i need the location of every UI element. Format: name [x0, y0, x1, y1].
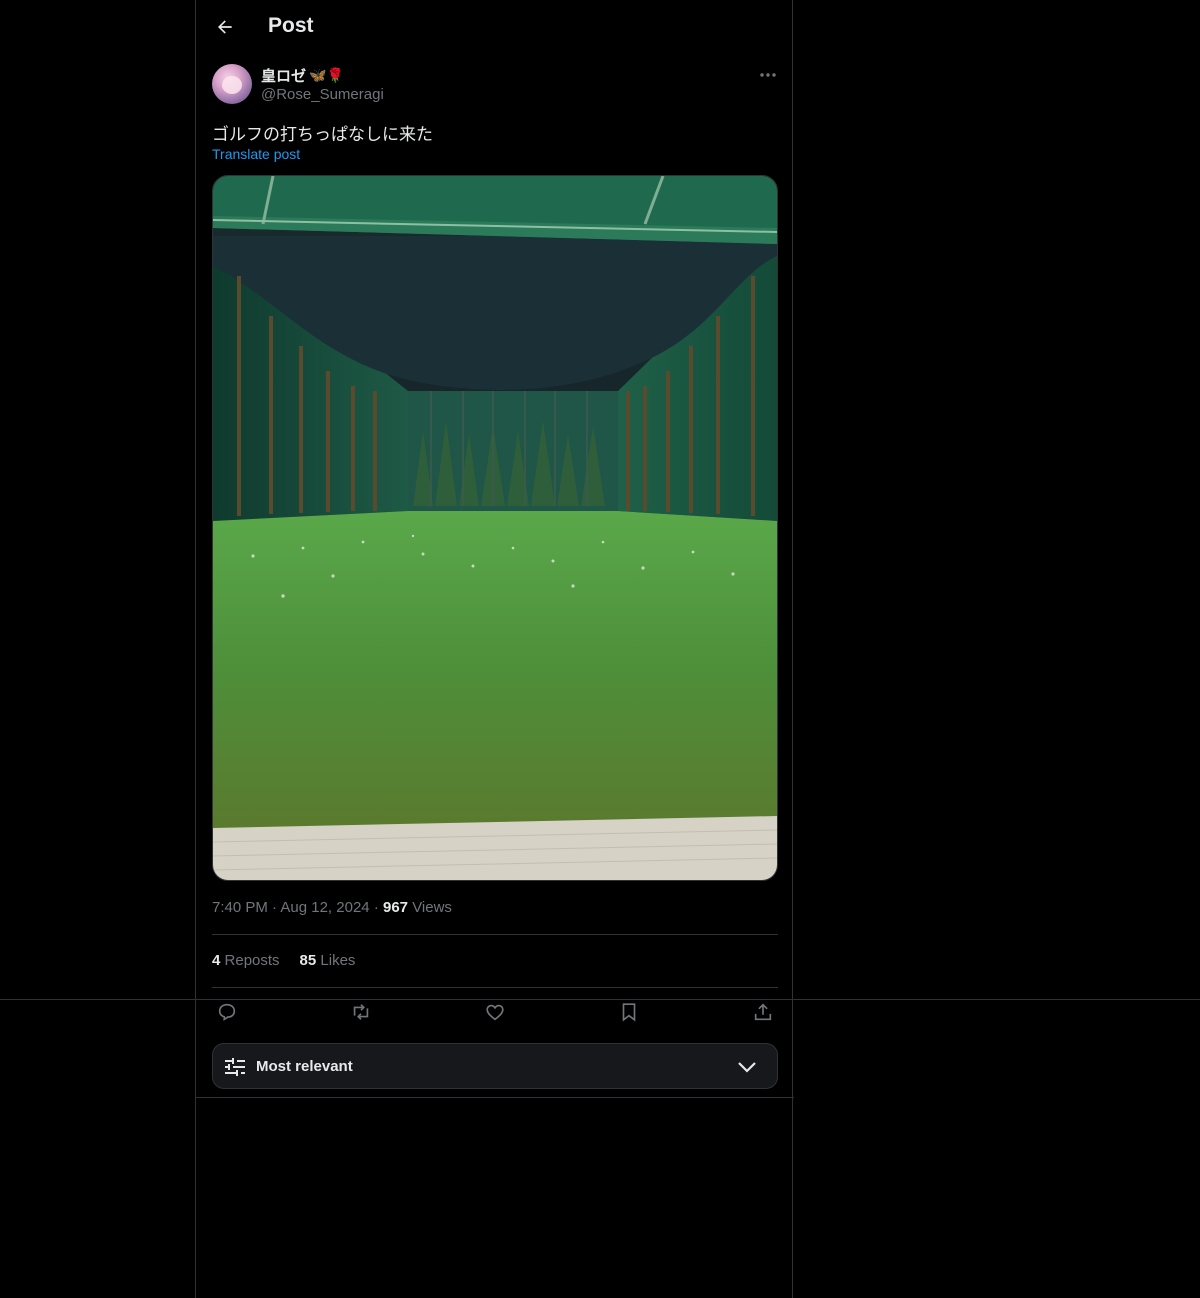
bookmark-button[interactable] — [616, 999, 642, 1025]
translate-link[interactable]: Translate post — [212, 146, 300, 162]
share-button[interactable] — [750, 999, 776, 1025]
reply-icon — [218, 1003, 236, 1021]
reply-button[interactable] — [214, 999, 240, 1025]
likes-label: Likes — [320, 952, 356, 969]
author-emoji: 🦋🌹 — [309, 67, 344, 83]
divider — [212, 987, 778, 988]
reposts-count: 4 — [212, 952, 221, 969]
post-text: ゴルフの打ちっぱなしに来た — [212, 125, 433, 145]
post-date[interactable]: Aug 12, 2024 — [280, 899, 369, 916]
views-label: Views — [412, 899, 452, 916]
post-time[interactable]: 7:40 PM — [212, 899, 268, 916]
views-count: 967 — [382, 899, 409, 916]
bookmark-icon — [622, 1003, 636, 1022]
divider — [212, 934, 778, 935]
more-dots-icon — [760, 73, 776, 77]
more-button[interactable] — [756, 64, 780, 86]
chevron-down-icon — [738, 1062, 756, 1073]
author-handle[interactable]: @Rose_Sumeragi — [261, 86, 384, 103]
golf-range-photo — [213, 176, 777, 880]
post-header: Post — [196, 0, 794, 53]
sort-replies-dropdown[interactable]: Most relevant — [212, 1043, 778, 1089]
reposts-label: Reposts — [224, 952, 280, 969]
post-meta: 7:40 PM · Aug 12, 2024 · 967 Views — [212, 899, 452, 916]
sliders-icon — [225, 1058, 245, 1076]
author-name: 皇ロゼ — [261, 68, 307, 85]
repost-button[interactable] — [348, 999, 374, 1025]
heart-icon — [486, 1004, 504, 1021]
author-name-row[interactable]: 皇ロゼ 🦋🌹 — [261, 65, 344, 86]
page-title: Post — [268, 14, 314, 37]
like-button[interactable] — [482, 999, 508, 1025]
action-bar — [212, 999, 778, 1025]
back-button[interactable] — [210, 12, 240, 42]
post-image[interactable] — [212, 175, 778, 881]
likes-count: 85 — [299, 952, 317, 969]
share-icon — [754, 1003, 772, 1021]
sort-label: Most relevant — [256, 1058, 353, 1075]
reposts-stat[interactable]: 4 Reposts — [212, 952, 280, 969]
divider — [196, 1097, 794, 1098]
arrow-left-icon — [218, 20, 232, 34]
engagement-stats: 4 Reposts 85 Likes — [212, 952, 355, 969]
post-column: Post 皇ロゼ 🦋🌹 @Rose_Sumeragi ゴルフの打ちっぱなしに来た… — [195, 0, 794, 1298]
likes-stat[interactable]: 85 Likes — [300, 952, 356, 969]
repost-icon — [353, 1004, 369, 1020]
avatar[interactable] — [212, 64, 252, 104]
